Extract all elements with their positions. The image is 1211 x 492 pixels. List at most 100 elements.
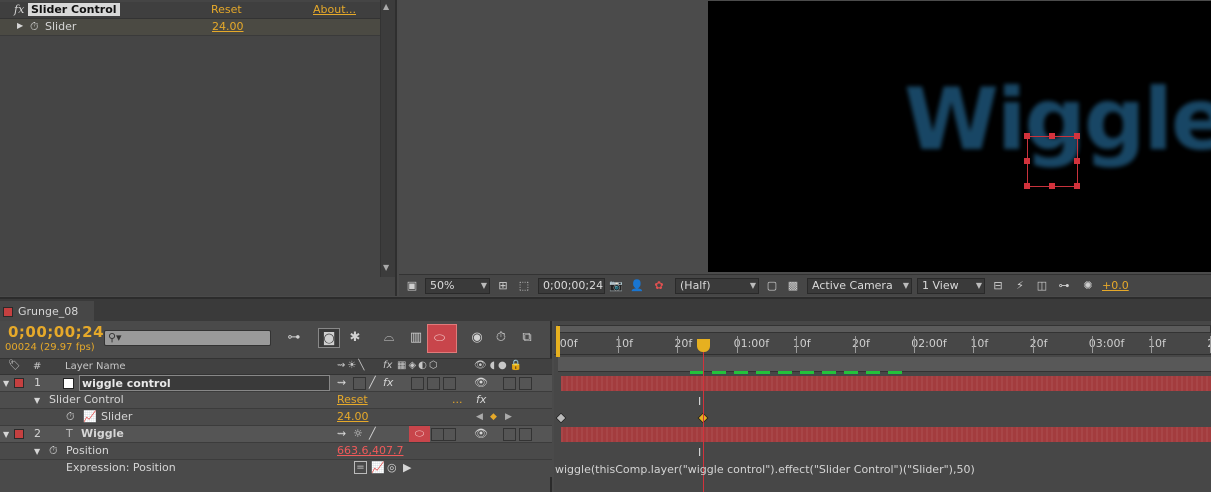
quality-switch-icon[interactable]: ╱ <box>369 375 376 391</box>
timeline-icon[interactable]: ◫ <box>1035 279 1049 293</box>
effect-group-row[interactable]: ▼ Slider Control Reset ... fx <box>0 392 552 409</box>
always-preview-icon[interactable]: ▣ <box>405 279 419 293</box>
expand-arrow-icon[interactable]: ▶ <box>17 21 23 30</box>
expand-arrow-icon[interactable]: ▼ <box>3 427 9 443</box>
work-area-start-handle[interactable] <box>556 326 560 357</box>
expression-language-menu-icon[interactable]: ▶ <box>403 460 411 476</box>
prev-keyframe-icon[interactable]: ◀ <box>476 409 483 425</box>
fx-icon[interactable]: fx <box>476 392 486 408</box>
collapse-switch-icon[interactable]: ☼ <box>353 426 363 442</box>
brainstorm-icon[interactable]: ◉ <box>466 328 488 348</box>
reset-exposure-icon[interactable]: ✺ <box>1081 279 1095 293</box>
frame-blending-icon[interactable]: ▥ <box>405 328 427 348</box>
fx-column-icon[interactable]: fx <box>383 360 392 371</box>
live-update-icon[interactable]: ◙ <box>318 328 340 348</box>
current-time-display[interactable]: 0;00;00;24 <box>8 323 104 341</box>
av-features-header-icons[interactable]: 👁◖●🔒 <box>474 360 525 371</box>
layer-2-duration-bar[interactable] <box>561 427 1211 442</box>
layer-1-duration-bar[interactable] <box>561 376 1211 391</box>
resolution-dropdown[interactable]: (Half) ▼ <box>675 278 759 294</box>
transparency-grid-icon[interactable]: ▩ <box>786 279 800 293</box>
motion-blur-switch-icon[interactable]: ⬭ <box>409 426 430 442</box>
solo-switch[interactable] <box>503 428 516 441</box>
switch-box[interactable] <box>411 377 424 390</box>
next-keyframe-icon[interactable]: ▶ <box>505 409 512 425</box>
transform-handle[interactable] <box>1024 158 1030 164</box>
composition-tab[interactable]: Grunge_08 × <box>0 301 94 340</box>
label-tag-icon[interactable]: 🏷 <box>8 360 21 371</box>
switch-box[interactable] <box>427 377 440 390</box>
expression-text[interactable]: wiggle(thisComp.layer("wiggle control").… <box>555 463 975 476</box>
eye-icon[interactable]: 👁 <box>474 375 488 391</box>
channels-icon[interactable]: ✿ <box>652 279 666 293</box>
transform-handle[interactable] <box>1074 158 1080 164</box>
camera-dropdown[interactable]: Active Camera ▼ <box>807 278 912 294</box>
zoom-dropdown[interactable]: 50% ▼ <box>425 278 490 294</box>
layer-name-field[interactable]: wiggle control <box>79 375 330 391</box>
layer-row-2[interactable]: ▼ 2 T Wiggle ⇝ ☼ ╱ ⬭ 👁 <box>0 426 552 443</box>
scroll-down-icon[interactable]: ▼ <box>383 263 389 272</box>
view-layout-dropdown[interactable]: 1 View ▼ <box>917 278 985 294</box>
expand-arrow-icon[interactable]: ▼ <box>3 376 9 392</box>
auto-keyframe-icon[interactable]: ⏱ <box>490 328 512 348</box>
graph-editor-icon[interactable]: ⧉ <box>516 328 538 348</box>
switch-box[interactable] <box>443 428 456 441</box>
stopwatch-icon[interactable]: ⏱ <box>49 443 58 459</box>
layer-name[interactable]: Wiggle <box>81 426 124 442</box>
switches-header-icons-2[interactable]: ▦◈◐⬡ <box>397 360 440 371</box>
enable-expression-icon[interactable]: = <box>354 461 367 474</box>
time-navigator[interactable] <box>558 325 1211 333</box>
draft-3d-icon[interactable]: ✱ <box>344 328 366 348</box>
column-layer-name[interactable]: Layer Name <box>65 361 126 372</box>
transform-handle[interactable] <box>1074 183 1080 189</box>
solo-switch[interactable] <box>503 377 516 390</box>
transform-handle[interactable] <box>1024 183 1030 189</box>
layer-label-color[interactable] <box>14 429 24 439</box>
slider-property-row[interactable]: ⏱ 📈 Slider 24.00 ◀ ◆ ▶ <box>0 409 552 426</box>
layer-switch-icons[interactable]: ⇝ <box>337 426 346 442</box>
flowchart-icon[interactable]: ⊶ <box>1057 279 1071 293</box>
column-hash[interactable]: # <box>33 361 41 372</box>
position-property-row[interactable]: ▼ ⏱ Position 663.6,407.7 <box>0 443 552 460</box>
transform-handle[interactable] <box>1074 133 1080 139</box>
layer-switch-icons[interactable]: ⇝ <box>337 375 348 391</box>
transform-handle[interactable] <box>1049 133 1055 139</box>
lock-switch[interactable] <box>519 377 532 390</box>
effect-name[interactable]: Slider Control <box>28 3 120 16</box>
snapshot-camera-icon[interactable]: 📷 <box>609 279 623 293</box>
region-of-interest-icon[interactable]: ▢ <box>765 279 779 293</box>
mask-visibility-icon[interactable]: ⬚ <box>517 279 531 293</box>
expression-pickwhip-icon[interactable]: ◎ <box>387 460 397 476</box>
eye-icon[interactable]: 👁 <box>474 426 488 442</box>
motion-blur-toggle[interactable]: ⬭ <box>427 324 457 353</box>
transform-handle[interactable] <box>1024 133 1030 139</box>
expand-arrow-icon[interactable]: ▼ <box>34 444 40 460</box>
lock-switch[interactable] <box>519 428 532 441</box>
comp-mini-flowchart-icon[interactable]: ⊶ <box>283 328 305 348</box>
keyframe-toggle-icon[interactable]: ◆ <box>490 409 497 425</box>
effect-property-row[interactable]: ▶ ⏱ Slider 24.00 <box>0 19 380 36</box>
effect-about-link[interactable]: About... <box>313 3 356 16</box>
safe-zones-icon[interactable]: ⊞ <box>496 279 510 293</box>
switch-box[interactable] <box>353 377 366 390</box>
work-area-bar[interactable] <box>558 357 1211 372</box>
show-snapshot-icon[interactable]: 👤 <box>630 279 644 293</box>
scroll-up-icon[interactable]: ▲ <box>383 2 389 11</box>
expand-arrow-icon[interactable]: ▼ <box>34 393 40 409</box>
layer-label-color[interactable] <box>14 378 24 388</box>
toggle-pixel-aspect-icon[interactable]: ⊟ <box>991 279 1005 293</box>
effect-group-about[interactable]: ... <box>452 392 463 408</box>
slider-property-value[interactable]: 24.00 <box>337 409 369 425</box>
exposure-value[interactable]: +0.0 <box>1102 279 1129 292</box>
property-value[interactable]: 24.00 <box>212 20 244 33</box>
stopwatch-icon[interactable]: ⏱ <box>66 409 75 425</box>
current-time-indicator[interactable] <box>697 339 710 352</box>
layer-search-input[interactable]: ⚲▾ <box>104 330 271 346</box>
current-time-field[interactable]: 0;00;00;24 <box>538 278 605 294</box>
effect-group-reset[interactable]: Reset <box>337 392 368 408</box>
composition-canvas[interactable]: Wiggle <box>708 1 1211 272</box>
stopwatch-icon[interactable]: ⏱ <box>30 20 39 34</box>
switches-header-icons[interactable]: ⇝☀╲ <box>337 360 366 371</box>
effect-panel-scrollbar[interactable]: ▲ ▼ <box>380 0 395 277</box>
switch-box[interactable] <box>443 377 456 390</box>
